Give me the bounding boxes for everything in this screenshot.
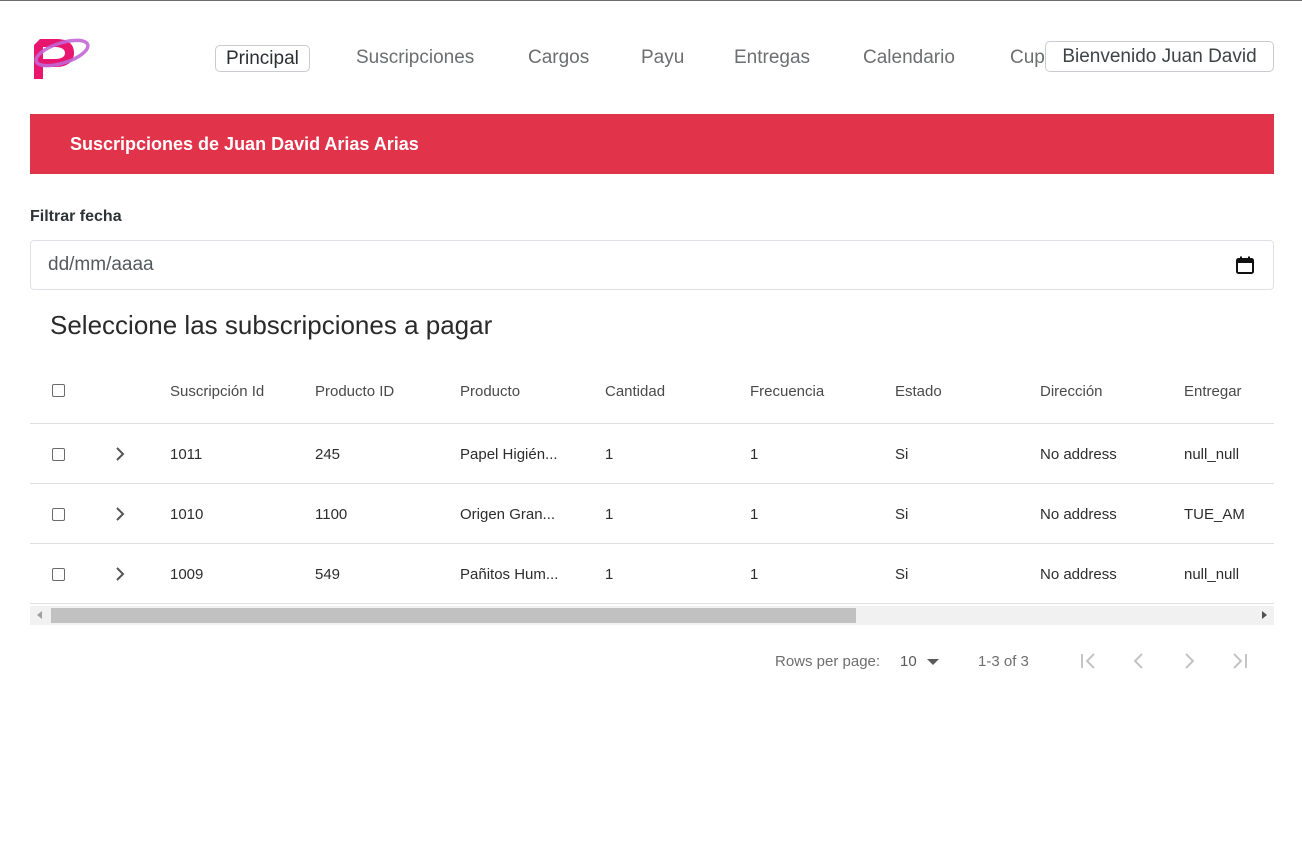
chevron-right-icon[interactable] — [113, 565, 127, 583]
cell-direccion: No address — [1040, 566, 1117, 583]
header-producto[interactable]: Producto — [460, 383, 520, 400]
filter-date-label: Filtrar fecha — [30, 208, 122, 225]
header-direccion[interactable]: Dirección — [1040, 383, 1103, 400]
table-row[interactable]: 1011 245 Papel Higién... 1 1 Si No addre… — [30, 424, 1274, 484]
scroll-right-arrow[interactable] — [1262, 611, 1267, 619]
rows-per-page-select[interactable]: 10 — [900, 653, 917, 670]
next-page-icon[interactable] — [1176, 649, 1202, 673]
cell-cantidad: 1 — [605, 506, 614, 523]
cell-direccion: No address — [1040, 506, 1117, 523]
cell-entregar: null_null — [1184, 446, 1240, 463]
row-checkbox[interactable] — [52, 508, 65, 521]
nav-item-calendario[interactable]: Calendario — [863, 45, 955, 70]
cell-producto-id: 245 — [315, 446, 341, 463]
cell-entregar: TUE_AM — [1184, 506, 1245, 523]
cell-producto: Origen Gran... — [460, 506, 556, 523]
horizontal-scrollbar[interactable] — [30, 606, 1274, 625]
cell-estado: Si — [895, 506, 909, 523]
scrollbar-thumb[interactable] — [51, 608, 856, 623]
cell-direccion: No address — [1040, 446, 1117, 463]
logo-icon — [34, 38, 90, 79]
table-title: Seleccione las subscripciones a pagar — [50, 310, 493, 340]
main-nav: Principal Suscripciones Cargos Payu Entr… — [215, 45, 1045, 72]
date-input-placeholder: dd/mm/aaaa — [48, 254, 154, 275]
table-row[interactable]: 1010 1100 Origen Gran... 1 1 Si No addre… — [30, 484, 1274, 544]
cell-frecuencia: 1 — [750, 446, 759, 463]
header-suscripcion-id[interactable]: Suscripción Id — [170, 383, 264, 400]
first-page-icon[interactable] — [1076, 649, 1102, 673]
cell-suscripcion-id: 1009 — [170, 566, 204, 583]
table-header-row: Suscripción Id Producto ID Producto Cant… — [30, 361, 1274, 424]
nav-item-payu[interactable]: Payu — [641, 45, 684, 70]
rows-per-page-label: Rows per page: — [775, 653, 881, 670]
nav-item-cargos[interactable]: Cargos — [528, 45, 589, 70]
cell-producto-id: 549 — [315, 566, 341, 583]
cell-cantidad: 1 — [605, 446, 614, 463]
page-banner-title: Suscripciones de Juan David Arias Arias — [30, 114, 1274, 174]
cell-producto: Pañitos Hum... — [460, 566, 559, 583]
chevron-right-icon[interactable] — [113, 445, 127, 463]
cell-cantidad: 1 — [605, 566, 614, 583]
calendar-icon[interactable] — [1235, 255, 1255, 275]
chevron-right-icon[interactable] — [113, 505, 127, 523]
select-all-checkbox[interactable] — [52, 384, 65, 397]
cell-producto: Papel Higién... — [460, 446, 558, 463]
pagination-range: 1-3 of 3 — [978, 653, 1029, 670]
header-estado[interactable]: Estado — [895, 383, 942, 400]
row-checkbox[interactable] — [52, 448, 65, 461]
row-checkbox[interactable] — [52, 568, 65, 581]
nav-item-cupones[interactable]: Cupones — [1010, 45, 1045, 70]
prev-page-icon[interactable] — [1126, 649, 1152, 673]
cell-suscripcion-id: 1010 — [170, 506, 204, 523]
cell-frecuencia: 1 — [750, 506, 759, 523]
nav-item-suscripciones[interactable]: Suscripciones — [356, 45, 474, 70]
header-producto-id[interactable]: Producto ID — [315, 383, 394, 400]
cell-estado: Si — [895, 566, 909, 583]
date-filter-input[interactable]: dd/mm/aaaa — [30, 240, 1274, 290]
cell-producto-id: 1100 — [315, 506, 348, 523]
last-page-icon[interactable] — [1226, 649, 1252, 673]
cell-suscripcion-id: 1011 — [170, 446, 203, 463]
header-entregar[interactable]: Entregar — [1184, 383, 1242, 400]
table-row[interactable]: 1009 549 Pañitos Hum... 1 1 Si No addres… — [30, 544, 1274, 604]
header-frecuencia[interactable]: Frecuencia — [750, 383, 824, 400]
cell-entregar: null_null — [1184, 566, 1240, 583]
nav-item-entregas[interactable]: Entregas — [734, 45, 810, 70]
header-cantidad[interactable]: Cantidad — [605, 383, 665, 400]
scroll-left-arrow[interactable] — [37, 611, 42, 619]
cell-frecuencia: 1 — [750, 566, 759, 583]
welcome-user-button[interactable]: Bienvenido Juan David — [1045, 41, 1274, 72]
subscriptions-table: Suscripción Id Producto ID Producto Cant… — [30, 361, 1274, 628]
chevron-down-icon[interactable] — [927, 659, 939, 665]
cell-estado: Si — [895, 446, 909, 463]
nav-item-principal[interactable]: Principal — [215, 45, 310, 72]
